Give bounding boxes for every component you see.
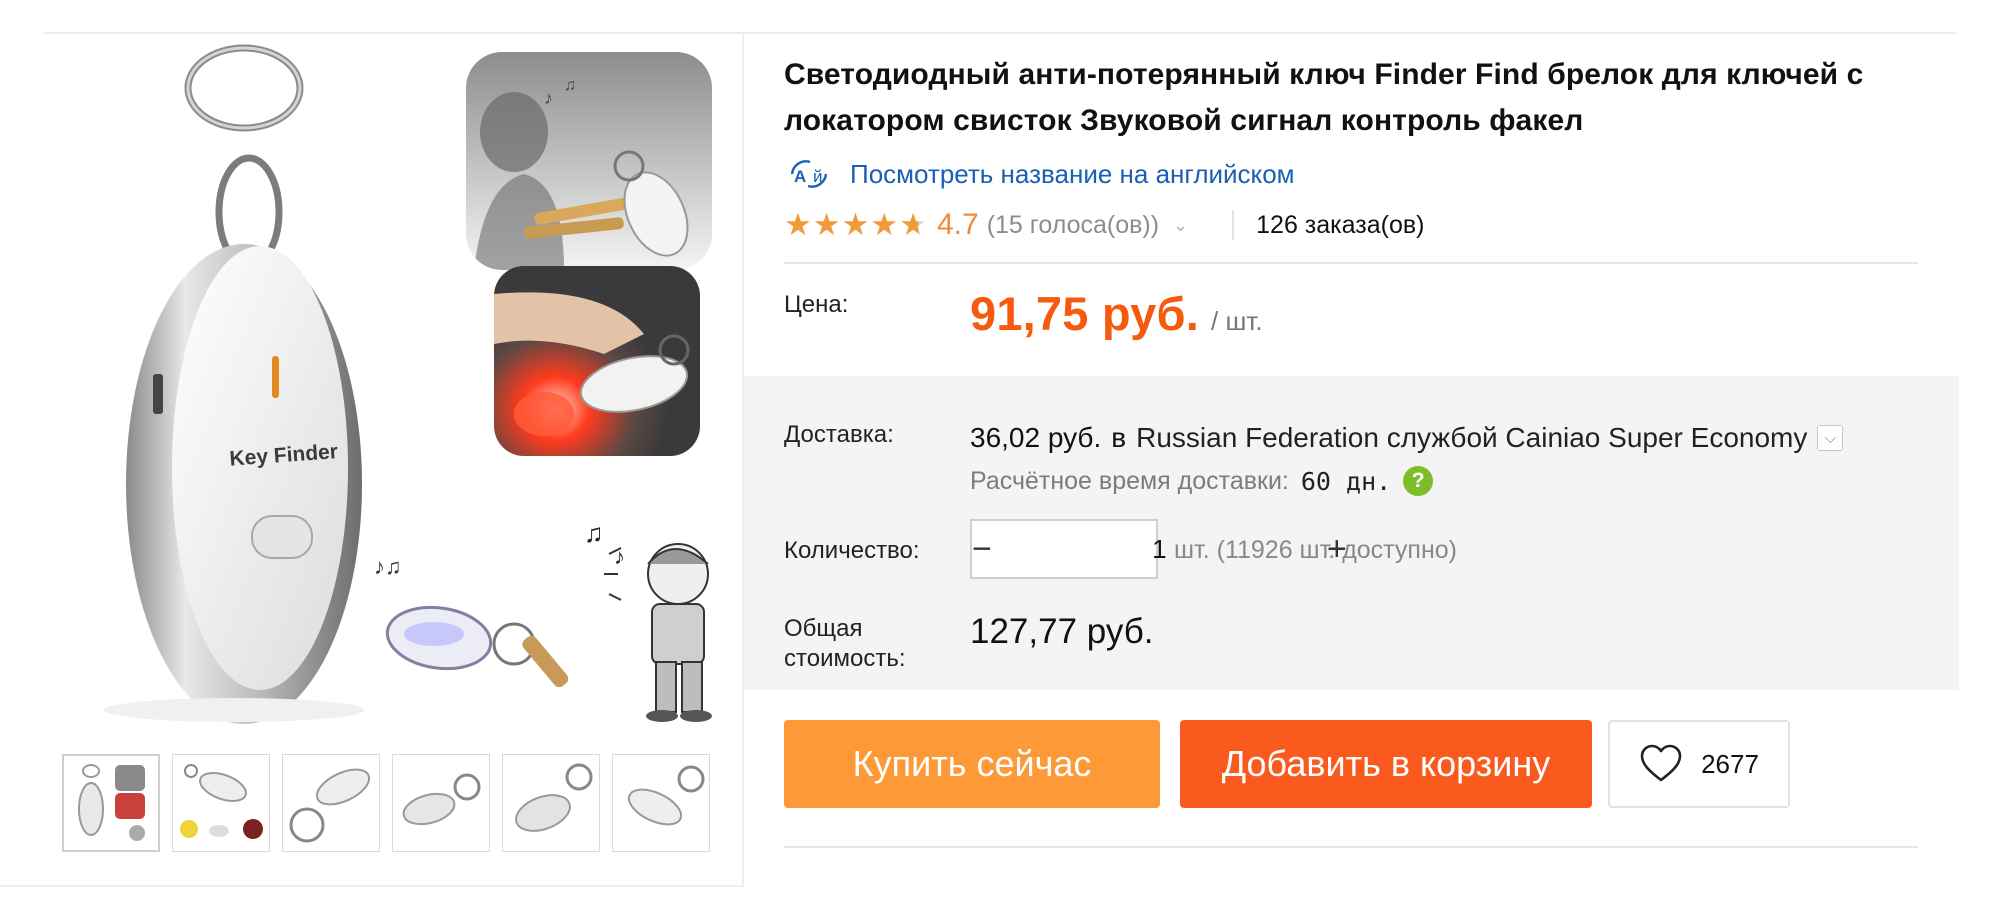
shipping-cost: 36,02 руб. xyxy=(970,422,1102,453)
divider xyxy=(784,846,1918,848)
svg-text:й: й xyxy=(813,167,823,186)
wishlist-button[interactable]: 2677 xyxy=(1608,720,1790,808)
thumbnail-image xyxy=(615,757,707,849)
shipping-line: 36,02 руб. в Russian Federation службой … xyxy=(970,422,1844,454)
thumbnail-4[interactable] xyxy=(392,754,490,852)
thumbnail-image xyxy=(65,757,157,849)
shipping-preposition: в xyxy=(1111,422,1127,453)
chevron-down-icon[interactable]: ⌄ xyxy=(1173,215,1188,236)
decrease-quantity-button[interactable]: − xyxy=(972,521,992,577)
quantity-available: шт. (11926 шт. доступно) xyxy=(1174,536,1457,564)
rating-row: ★ ★ ★ ★ ★ 4.7 (15 голоса(ов)) ⌄ 126 зака… xyxy=(784,204,1424,246)
star-icon: ★ xyxy=(784,207,812,242)
price-unit: / шт. xyxy=(1211,306,1263,336)
rating-stars: ★ ★ ★ ★ ★ xyxy=(784,209,927,241)
gallery-bottom-divider xyxy=(0,885,744,887)
thumbnail-image xyxy=(175,757,267,849)
quantity-stepper: − + xyxy=(970,519,1347,579)
shipping-label: Доставка: xyxy=(784,421,894,448)
star-icon: ★ xyxy=(841,207,870,242)
thumbnail-image xyxy=(395,757,487,849)
svg-text:♪♫: ♪♫ xyxy=(374,554,402,579)
thumbnail-image xyxy=(505,757,597,849)
eta-label: Расчётное время доставки: xyxy=(970,466,1289,495)
svg-text:♫: ♫ xyxy=(584,518,604,548)
main-product-image[interactable]: Key Finder ♪ ♫ ♪♫ ♫ ♪ xyxy=(44,34,740,730)
svg-text:A: A xyxy=(794,167,806,186)
thumbnail-image xyxy=(285,757,377,849)
thumbnail-strip xyxy=(62,754,710,852)
votes-link[interactable]: (15 голоса(ов)) xyxy=(987,211,1159,240)
thumbnail-1[interactable] xyxy=(62,754,160,852)
help-icon[interactable]: ? xyxy=(1403,466,1434,496)
delivery-eta: Расчётное время доставки: 60 дн. ? xyxy=(970,466,1434,496)
svg-text:♪: ♪ xyxy=(544,88,553,108)
shipping-dropdown-icon[interactable]: ⌵ xyxy=(1817,425,1844,451)
price-label: Цена: xyxy=(784,291,849,318)
svg-text:♫: ♫ xyxy=(564,77,576,94)
rating-value: 4.7 xyxy=(936,208,979,241)
product-title: Светодиодный анти-потерянный ключ Finder… xyxy=(784,58,1864,137)
rating-separator xyxy=(1232,210,1235,240)
product-photo-collage: Key Finder ♪ ♫ ♪♫ ♫ ♪ xyxy=(104,44,712,724)
quantity-label: Количество: xyxy=(784,537,920,564)
translate-title-link[interactable]: A й Посмотреть название на английском xyxy=(784,156,1295,192)
thumbnail-2[interactable] xyxy=(172,754,270,852)
add-to-cart-button[interactable]: Добавить в корзину xyxy=(1180,720,1592,808)
total-label: Общая стоимость: xyxy=(784,614,944,674)
thumbnail-5[interactable] xyxy=(502,754,600,852)
translate-icon: A й xyxy=(790,160,828,188)
star-icon: ★ xyxy=(870,207,899,242)
star-icon: ★ xyxy=(812,207,841,242)
wishlist-count: 2677 xyxy=(1701,748,1759,779)
eta-value: 60 дн. xyxy=(1300,466,1392,496)
price-value: 91,75 руб. xyxy=(970,287,1199,340)
translate-title-label: Посмотреть название на английском xyxy=(850,158,1295,189)
thumbnail-6[interactable] xyxy=(612,754,710,852)
total-label-text: Общая стоимость: xyxy=(784,615,906,672)
buy-now-button[interactable]: Купить сейчас xyxy=(784,720,1160,808)
shipping-method-link[interactable]: Russian Federation службой Cainiao Super… xyxy=(1136,422,1807,454)
orders-count: 126 заказа(ов) xyxy=(1256,210,1425,239)
star-icon: ★ xyxy=(899,207,927,242)
price-block: 91,75 руб. / шт. xyxy=(970,286,1263,341)
total-value: 127,77 руб. xyxy=(970,612,1154,651)
heart-icon xyxy=(1640,744,1682,782)
divider xyxy=(784,262,1918,264)
thumbnail-3[interactable] xyxy=(282,754,380,852)
product-page: Key Finder ♪ ♫ ♪♫ ♫ ♪ Светодиодный анти-… xyxy=(0,0,2000,911)
